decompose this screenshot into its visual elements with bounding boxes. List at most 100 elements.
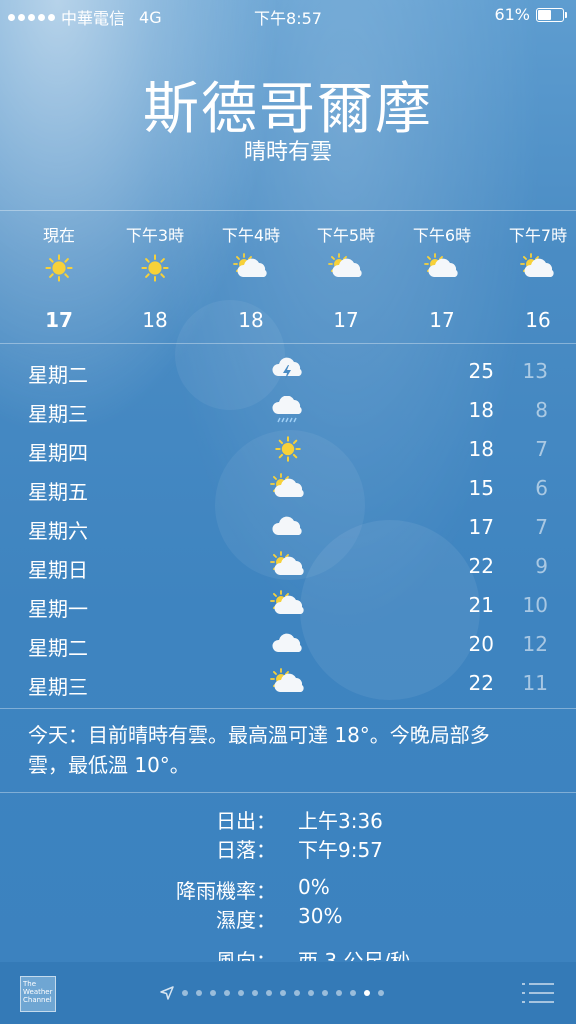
day-name: 星期三 <box>28 402 88 426</box>
detail-value: 0% <box>298 875 330 899</box>
hour-label: 下午5時 <box>316 226 376 245</box>
page-dot[interactable] <box>266 990 272 996</box>
sun-icon <box>268 433 308 465</box>
hour-label: 現在 <box>42 226 75 245</box>
today-summary: 今天：目前晴時有雲。最高溫可達 18°。今晚局部多 雲，最低溫 10°。 <box>28 720 548 780</box>
low-temp: 7 <box>535 437 548 461</box>
page-dot[interactable] <box>252 990 258 996</box>
daily-row: 星期日 22 9 <box>0 547 576 586</box>
page-dot[interactable] <box>308 990 314 996</box>
daily-row: 星期四 18 7 <box>0 430 576 469</box>
partly-cloudy-icon <box>203 242 299 294</box>
partly-cloudy-icon <box>490 242 576 294</box>
daily-row: 星期三 22 11 <box>0 664 576 703</box>
hour-temp: 17 <box>45 308 73 332</box>
low-temp: 6 <box>535 476 548 500</box>
clock: 下午8:57 <box>254 9 322 28</box>
day-name: 星期五 <box>28 480 88 504</box>
detail-label: 日落： <box>216 838 276 862</box>
detail-value: 下午9:57 <box>298 838 383 862</box>
city-list-icon[interactable] <box>522 982 554 1004</box>
low-temp: 10 <box>522 593 548 617</box>
low-temp: 7 <box>535 515 548 539</box>
hour-label: 下午3時 <box>125 226 185 245</box>
high-temp: 20 <box>468 632 494 656</box>
sun-icon <box>11 242 107 294</box>
hourly-item: 下午5時 17 <box>298 212 394 332</box>
page-dot[interactable] <box>350 990 356 996</box>
hourly-forecast[interactable]: 現在 17 下午3時 18 下午4時 18 下午5時 17 下午6時 17 下午7時 16 <box>0 212 576 342</box>
thunderstorm-icon <box>268 355 308 387</box>
detail-label: 降雨機率： <box>176 879 276 903</box>
daily-row: 星期三 18 8 <box>0 391 576 430</box>
low-temp: 13 <box>522 359 548 383</box>
low-temp: 9 <box>535 554 548 578</box>
detail-label: 濕度： <box>216 908 276 932</box>
high-temp: 17 <box>468 515 494 539</box>
partly-cloudy-icon <box>394 242 490 294</box>
page-dot[interactable] <box>182 990 188 996</box>
daily-forecast: 星期二 25 13 星期三 18 8 星期四 18 7 星期五 15 6 星期六 17 … <box>0 352 576 703</box>
divider <box>0 792 576 793</box>
low-temp: 11 <box>522 671 548 695</box>
location-arrow-icon <box>160 986 174 1000</box>
page-dot[interactable] <box>378 990 384 996</box>
partly-cloudy-icon <box>268 472 308 504</box>
bottom-toolbar: The Weather Channel <box>0 962 576 1024</box>
hour-temp: 18 <box>142 308 168 332</box>
high-temp: 15 <box>468 476 494 500</box>
hourly-item: 下午6時 17 <box>394 212 490 332</box>
day-name: 星期日 <box>28 558 88 582</box>
weather-channel-logo[interactable]: The Weather Channel <box>20 976 56 1012</box>
daily-row: 星期六 17 7 <box>0 508 576 547</box>
page-indicator[interactable] <box>160 986 384 1000</box>
battery-percent: 61% <box>494 5 530 24</box>
high-temp: 18 <box>468 398 494 422</box>
page-dot[interactable] <box>294 990 300 996</box>
page-dot[interactable] <box>196 990 202 996</box>
daily-row: 星期二 25 13 <box>0 352 576 391</box>
status-bar: 中華電信 4G 下午8:57 61% <box>0 0 576 30</box>
detail-value: 西 3 公尺/秒 <box>298 949 411 961</box>
detail-label: 日出： <box>216 809 276 833</box>
day-name: 星期四 <box>28 441 88 465</box>
hour-temp: 16 <box>525 308 551 332</box>
page-dot[interactable] <box>336 990 342 996</box>
page-dot[interactable] <box>280 990 286 996</box>
hour-temp: 17 <box>429 308 455 332</box>
page-dot[interactable] <box>364 990 370 996</box>
hour-label: 下午6時 <box>412 226 472 245</box>
hour-temp: 17 <box>333 308 359 332</box>
high-temp: 22 <box>468 554 494 578</box>
hourly-item: 下午7時 16 <box>490 212 576 332</box>
battery-icon <box>536 7 567 22</box>
weather-details: 日出： 上午3:36 日落： 下午9:57 降雨機率： 0% 濕度： 30% 風向： 西… <box>0 803 576 961</box>
day-name: 星期三 <box>28 675 88 699</box>
high-temp: 21 <box>468 593 494 617</box>
rain-icon <box>268 394 308 426</box>
current-condition: 晴時有雲 <box>243 140 332 165</box>
partly-cloudy-icon <box>268 667 308 699</box>
hourly-item: 下午3時 18 <box>107 212 203 332</box>
cloud-icon <box>268 628 308 660</box>
page-dot[interactable] <box>224 990 230 996</box>
page-dot[interactable] <box>322 990 328 996</box>
high-temp: 25 <box>468 359 494 383</box>
hourly-item: 下午4時 18 <box>203 212 299 332</box>
summary-line: 雲，最低溫 10°。 <box>28 753 190 777</box>
daily-row: 星期五 15 6 <box>0 469 576 508</box>
day-name: 星期二 <box>28 636 88 660</box>
hour-temp: 18 <box>238 308 264 332</box>
cloud-icon <box>268 511 308 543</box>
partly-cloudy-icon <box>268 550 308 582</box>
day-name: 星期六 <box>28 519 88 543</box>
hour-label: 下午4時 <box>221 226 281 245</box>
sun-icon <box>107 242 203 294</box>
high-temp: 18 <box>468 437 494 461</box>
page-dot[interactable] <box>210 990 216 996</box>
day-name: 星期一 <box>28 597 88 621</box>
divider <box>0 210 576 211</box>
page-dot[interactable] <box>238 990 244 996</box>
daily-row: 星期一 21 10 <box>0 586 576 625</box>
daily-row: 星期二 20 12 <box>0 625 576 664</box>
